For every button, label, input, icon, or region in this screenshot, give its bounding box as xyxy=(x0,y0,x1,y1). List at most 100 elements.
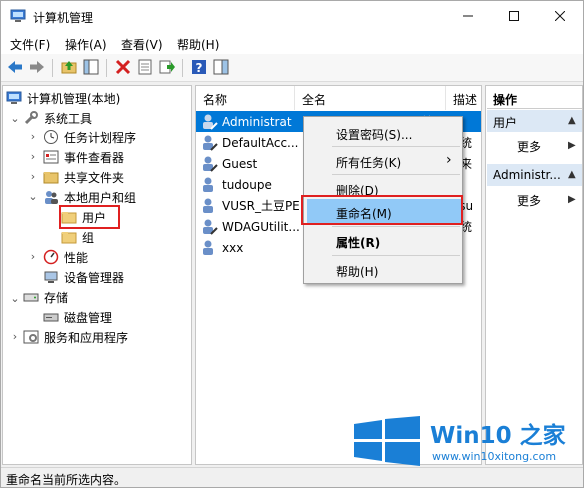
tree-item-device-manager[interactable]: 设备管理器 xyxy=(43,267,124,287)
collapse-chevron-icon[interactable]: ⌄ xyxy=(28,190,38,203)
actions-pane: 操作 用户 ▲ 更多 ▶ Administr... ▲ 更多 ▶ xyxy=(485,85,583,465)
annotation-highlight-box xyxy=(301,195,463,225)
tree-label: 存储 xyxy=(44,290,69,305)
computer-management-window: 计算机管理 文件(F) 操作(A) 查看(V) 帮助(H) ? 计算机管理(本地… xyxy=(0,0,584,488)
user-icon xyxy=(201,197,218,214)
user-icon xyxy=(201,176,218,193)
tree-item-performance[interactable]: 性能 xyxy=(43,247,88,267)
maximize-button[interactable] xyxy=(491,1,537,32)
tools-icon xyxy=(23,110,39,126)
menu-item-all-tasks[interactable]: 所有任务(K) xyxy=(336,154,401,171)
menu-bar: 文件(F) 操作(A) 查看(V) 帮助(H) xyxy=(1,32,583,54)
action-more-admin[interactable]: 更多 xyxy=(517,192,541,209)
menu-help[interactable]: 帮助(H) xyxy=(177,36,219,53)
section-label: 用户 xyxy=(493,116,518,130)
tree-item-disk-management[interactable]: 磁盘管理 xyxy=(43,307,112,327)
expand-chevron-icon[interactable]: › xyxy=(28,130,38,143)
menu-action[interactable]: 操作(A) xyxy=(65,36,107,53)
submenu-arrow-icon: › xyxy=(446,152,452,168)
minimize-button[interactable] xyxy=(445,1,491,32)
tree-item-groups[interactable]: 组 xyxy=(61,227,94,247)
user-icon xyxy=(201,155,218,172)
export-list-button[interactable] xyxy=(157,58,177,78)
properties-button[interactable] xyxy=(135,58,155,78)
show-hide-action-pane-button[interactable] xyxy=(211,58,231,78)
menu-divider xyxy=(332,174,460,175)
tree-item-services-apps[interactable]: 服务和应用程序 xyxy=(23,327,128,347)
up-folder-icon xyxy=(61,59,77,78)
column-header-description[interactable]: 描述 xyxy=(446,86,481,110)
tree-label: 系统工具 xyxy=(44,111,93,126)
delete-icon xyxy=(115,59,131,78)
tree-item-storage[interactable]: 存储 xyxy=(23,287,68,307)
tree-item-local-users-groups[interactable]: 本地用户和组 xyxy=(43,187,136,207)
annotation-highlight-box xyxy=(59,205,120,229)
back-button[interactable] xyxy=(5,58,25,78)
actions-header: 操作 xyxy=(487,87,582,109)
actions-section-users[interactable]: 用户 ▲ xyxy=(487,110,582,132)
status-text: 重命名当前所选内容。 xyxy=(6,473,127,487)
svg-text:?: ? xyxy=(196,61,203,75)
tree-item-system-tools[interactable]: 系统工具 xyxy=(23,108,92,128)
menu-divider xyxy=(332,255,460,256)
tree-label: 磁盘管理 xyxy=(64,310,113,325)
menu-view[interactable]: 查看(V) xyxy=(121,36,163,53)
users-group-icon xyxy=(43,189,59,205)
forward-button[interactable] xyxy=(27,58,47,78)
menu-item-properties[interactable]: 属性(R) xyxy=(336,234,380,251)
computer-management-icon xyxy=(10,9,26,23)
performance-icon xyxy=(43,249,59,265)
menu-item-help[interactable]: 帮助(H) xyxy=(336,263,378,280)
maximize-icon xyxy=(509,9,519,25)
column-header-name[interactable]: 名称 xyxy=(196,86,295,110)
tree-label: 组 xyxy=(82,230,95,245)
submenu-arrow-icon: ▶ xyxy=(568,194,576,205)
tree-label: 服务和应用程序 xyxy=(44,330,129,345)
tree-item-task-scheduler[interactable]: 任务计划程序 xyxy=(43,127,136,147)
help-button[interactable]: ? xyxy=(189,58,209,78)
tree-root[interactable]: 计算机管理(本地) xyxy=(6,88,120,108)
show-console-tree-button[interactable] xyxy=(81,58,101,78)
toolbar: ? xyxy=(1,54,583,82)
tree-item-event-viewer[interactable]: 事件查看器 xyxy=(43,147,124,167)
collapse-chevron-icon[interactable]: ⌄ xyxy=(10,112,20,125)
delete-button[interactable] xyxy=(113,58,133,78)
user-icon xyxy=(201,134,218,151)
expand-chevron-icon[interactable]: › xyxy=(10,330,20,343)
tree-label: 设备管理器 xyxy=(64,270,125,285)
user-icon xyxy=(201,239,218,256)
window-title: 计算机管理 xyxy=(33,11,94,25)
tree-item-shared-folders[interactable]: 共享文件夹 xyxy=(43,167,124,187)
expand-chevron-icon[interactable]: › xyxy=(28,150,38,163)
windows-logo-icon xyxy=(352,416,422,469)
menu-file[interactable]: 文件(F) xyxy=(10,36,50,53)
show-hide-pane-icon xyxy=(213,59,229,78)
close-button[interactable] xyxy=(537,1,583,32)
up-level-button[interactable] xyxy=(59,58,79,78)
clock-icon xyxy=(43,129,59,145)
collapse-chevron-icon[interactable]: ⌄ xyxy=(10,292,20,305)
submenu-arrow-icon: ▶ xyxy=(568,140,576,151)
tree-label: 性能 xyxy=(64,250,89,265)
user-icon xyxy=(201,218,218,235)
expand-chevron-icon[interactable]: › xyxy=(28,170,38,183)
console-tree: 计算机管理(本地) ⌄ 系统工具 › 任务计划程序 › 事件查看器 › 共享文件… xyxy=(2,85,192,465)
back-arrow-icon xyxy=(7,60,23,77)
user-icon xyxy=(201,113,218,130)
action-more-users[interactable]: 更多 xyxy=(517,138,541,155)
expand-chevron-icon[interactable]: › xyxy=(28,250,38,263)
title-bar: 计算机管理 xyxy=(1,1,583,32)
tree-label: 共享文件夹 xyxy=(64,170,125,185)
watermark: Win10 之家 www.win10xitong.com xyxy=(352,416,580,466)
menu-divider xyxy=(332,146,460,147)
tree-label: 事件查看器 xyxy=(64,150,125,165)
collapse-arrow-icon: ▲ xyxy=(568,169,576,180)
help-icon: ? xyxy=(191,59,207,78)
column-header-fullname[interactable]: 全名 xyxy=(295,86,446,110)
actions-section-admin[interactable]: Administr... ▲ xyxy=(487,164,582,186)
menu-divider xyxy=(332,226,460,227)
shared-folder-icon xyxy=(43,169,59,185)
tree-label: 任务计划程序 xyxy=(64,130,137,145)
menu-item-set-password[interactable]: 设置密码(S)... xyxy=(336,126,412,143)
services-icon xyxy=(23,329,39,345)
